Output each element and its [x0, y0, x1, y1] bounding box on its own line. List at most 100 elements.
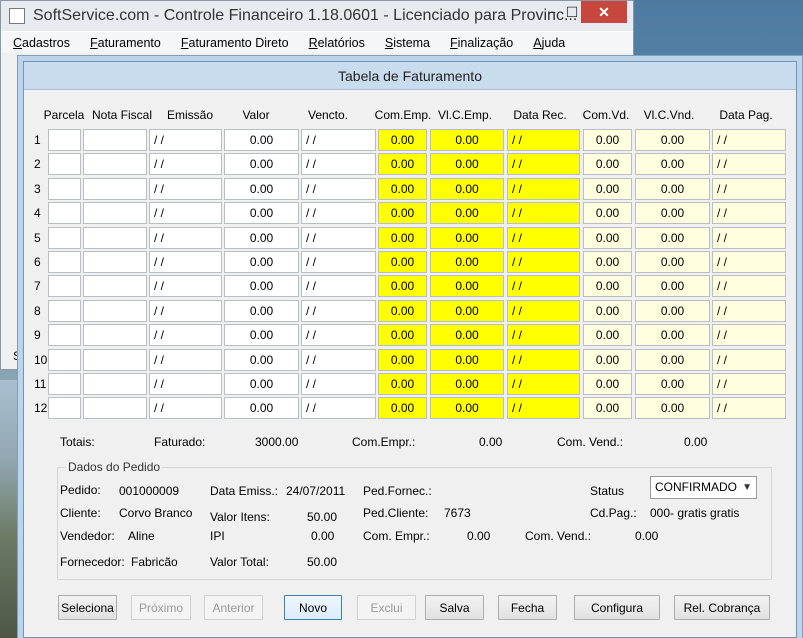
- data-rec-cell[interactable]: / /: [507, 153, 580, 176]
- com-vd-cell[interactable]: 0.00: [583, 153, 632, 176]
- parcela-cell[interactable]: [48, 348, 81, 371]
- vl-c-vnd-cell[interactable]: 0.00: [635, 153, 710, 176]
- valor-cell[interactable]: 0.00: [224, 299, 299, 322]
- com-emp-cell[interactable]: 0.00: [378, 275, 427, 298]
- close-icon[interactable]: ✕: [581, 1, 627, 23]
- vencto-cell[interactable]: / /: [301, 153, 376, 176]
- com-emp-cell[interactable]: 0.00: [378, 373, 427, 395]
- parcela-cell[interactable]: [48, 373, 81, 395]
- com-vd-cell[interactable]: 0.00: [583, 202, 632, 225]
- valor-cell[interactable]: 0.00: [224, 177, 299, 200]
- vl-c-emp-cell[interactable]: 0.00: [430, 202, 504, 225]
- vencto-cell[interactable]: / /: [301, 348, 376, 371]
- data-pag-cell[interactable]: / /: [712, 202, 786, 225]
- rel-cobranca-button[interactable]: Rel. Cobrança: [674, 595, 770, 620]
- emissao-cell[interactable]: / /: [149, 153, 222, 176]
- vencto-cell[interactable]: / /: [301, 177, 376, 200]
- valor-cell[interactable]: 0.00: [224, 373, 299, 395]
- exclui-button[interactable]: Exclui: [357, 595, 416, 620]
- menu-ajuda[interactable]: Ajuda: [533, 36, 565, 50]
- data-rec-cell[interactable]: / /: [507, 275, 580, 298]
- vl-c-emp-cell[interactable]: 0.00: [430, 299, 504, 322]
- data-rec-cell[interactable]: / /: [507, 324, 580, 347]
- vl-c-emp-cell[interactable]: 0.00: [430, 251, 504, 273]
- data-pag-cell[interactable]: / /: [712, 153, 786, 176]
- com-vd-cell[interactable]: 0.00: [583, 324, 632, 347]
- com-vd-cell[interactable]: 0.00: [583, 275, 632, 298]
- data-pag-cell[interactable]: / /: [712, 348, 786, 371]
- vencto-cell[interactable]: / /: [301, 226, 376, 249]
- proximo-button[interactable]: Próximo: [131, 595, 191, 620]
- data-rec-cell[interactable]: / /: [507, 348, 580, 371]
- nota-fiscal-cell[interactable]: [83, 324, 147, 347]
- vl-c-emp-cell[interactable]: 0.00: [430, 348, 504, 371]
- com-emp-cell[interactable]: 0.00: [378, 129, 427, 151]
- com-emp-cell[interactable]: 0.00: [378, 226, 427, 249]
- nota-fiscal-cell[interactable]: [83, 202, 147, 225]
- vl-c-emp-cell[interactable]: 0.00: [430, 153, 504, 176]
- data-pag-cell[interactable]: / /: [712, 129, 786, 151]
- vl-c-vnd-cell[interactable]: 0.00: [635, 226, 710, 249]
- vl-c-vnd-cell[interactable]: 0.00: [635, 202, 710, 225]
- com-vd-cell[interactable]: 0.00: [583, 373, 632, 395]
- com-emp-cell[interactable]: 0.00: [378, 153, 427, 176]
- vl-c-vnd-cell[interactable]: 0.00: [635, 324, 710, 347]
- valor-cell[interactable]: 0.00: [224, 397, 299, 420]
- emissao-cell[interactable]: / /: [149, 129, 222, 151]
- nota-fiscal-cell[interactable]: [83, 348, 147, 371]
- data-pag-cell[interactable]: / /: [712, 397, 786, 420]
- emissao-cell[interactable]: / /: [149, 373, 222, 395]
- nota-fiscal-cell[interactable]: [83, 251, 147, 273]
- menu-sistema[interactable]: Sistema: [385, 36, 430, 50]
- com-emp-cell[interactable]: 0.00: [378, 397, 427, 420]
- nota-fiscal-cell[interactable]: [83, 397, 147, 420]
- data-pag-cell[interactable]: / /: [712, 226, 786, 249]
- nota-fiscal-cell[interactable]: [83, 373, 147, 395]
- vl-c-emp-cell[interactable]: 0.00: [430, 226, 504, 249]
- com-emp-cell[interactable]: 0.00: [378, 299, 427, 322]
- configura-button[interactable]: Configura: [574, 595, 660, 620]
- vl-c-emp-cell[interactable]: 0.00: [430, 275, 504, 298]
- com-vd-cell[interactable]: 0.00: [583, 129, 632, 151]
- parcela-cell[interactable]: [48, 202, 81, 225]
- data-pag-cell[interactable]: / /: [712, 373, 786, 395]
- vencto-cell[interactable]: / /: [301, 397, 376, 420]
- emissao-cell[interactable]: / /: [149, 251, 222, 273]
- emissao-cell[interactable]: / /: [149, 324, 222, 347]
- nota-fiscal-cell[interactable]: [83, 177, 147, 200]
- emissao-cell[interactable]: / /: [149, 177, 222, 200]
- parcela-cell[interactable]: [48, 226, 81, 249]
- data-rec-cell[interactable]: / /: [507, 397, 580, 420]
- parcela-cell[interactable]: [48, 324, 81, 347]
- com-emp-cell[interactable]: 0.00: [378, 324, 427, 347]
- vencto-cell[interactable]: / /: [301, 324, 376, 347]
- emissao-cell[interactable]: / /: [149, 226, 222, 249]
- vl-c-vnd-cell[interactable]: 0.00: [635, 348, 710, 371]
- status-select[interactable]: CONFIRMADO ▼: [650, 476, 757, 499]
- vl-c-vnd-cell[interactable]: 0.00: [635, 299, 710, 322]
- vl-c-vnd-cell[interactable]: 0.00: [635, 397, 710, 420]
- valor-cell[interactable]: 0.00: [224, 348, 299, 371]
- vl-c-vnd-cell[interactable]: 0.00: [635, 251, 710, 273]
- valor-cell[interactable]: 0.00: [224, 153, 299, 176]
- data-rec-cell[interactable]: / /: [507, 202, 580, 225]
- nota-fiscal-cell[interactable]: [83, 299, 147, 322]
- nota-fiscal-cell[interactable]: [83, 153, 147, 176]
- vl-c-vnd-cell[interactable]: 0.00: [635, 129, 710, 151]
- parcela-cell[interactable]: [48, 299, 81, 322]
- vencto-cell[interactable]: / /: [301, 275, 376, 298]
- data-rec-cell[interactable]: / /: [507, 129, 580, 151]
- menu-faturamento[interactable]: Faturamento: [90, 36, 161, 50]
- com-vd-cell[interactable]: 0.00: [583, 251, 632, 273]
- com-emp-cell[interactable]: 0.00: [378, 348, 427, 371]
- com-vd-cell[interactable]: 0.00: [583, 226, 632, 249]
- seleciona-button[interactable]: Seleciona: [58, 595, 117, 620]
- parcela-cell[interactable]: [48, 153, 81, 176]
- valor-cell[interactable]: 0.00: [224, 275, 299, 298]
- data-pag-cell[interactable]: / /: [712, 177, 786, 200]
- data-pag-cell[interactable]: / /: [712, 275, 786, 298]
- parcela-cell[interactable]: [48, 129, 81, 151]
- vl-c-emp-cell[interactable]: 0.00: [430, 397, 504, 420]
- vencto-cell[interactable]: / /: [301, 299, 376, 322]
- emissao-cell[interactable]: / /: [149, 202, 222, 225]
